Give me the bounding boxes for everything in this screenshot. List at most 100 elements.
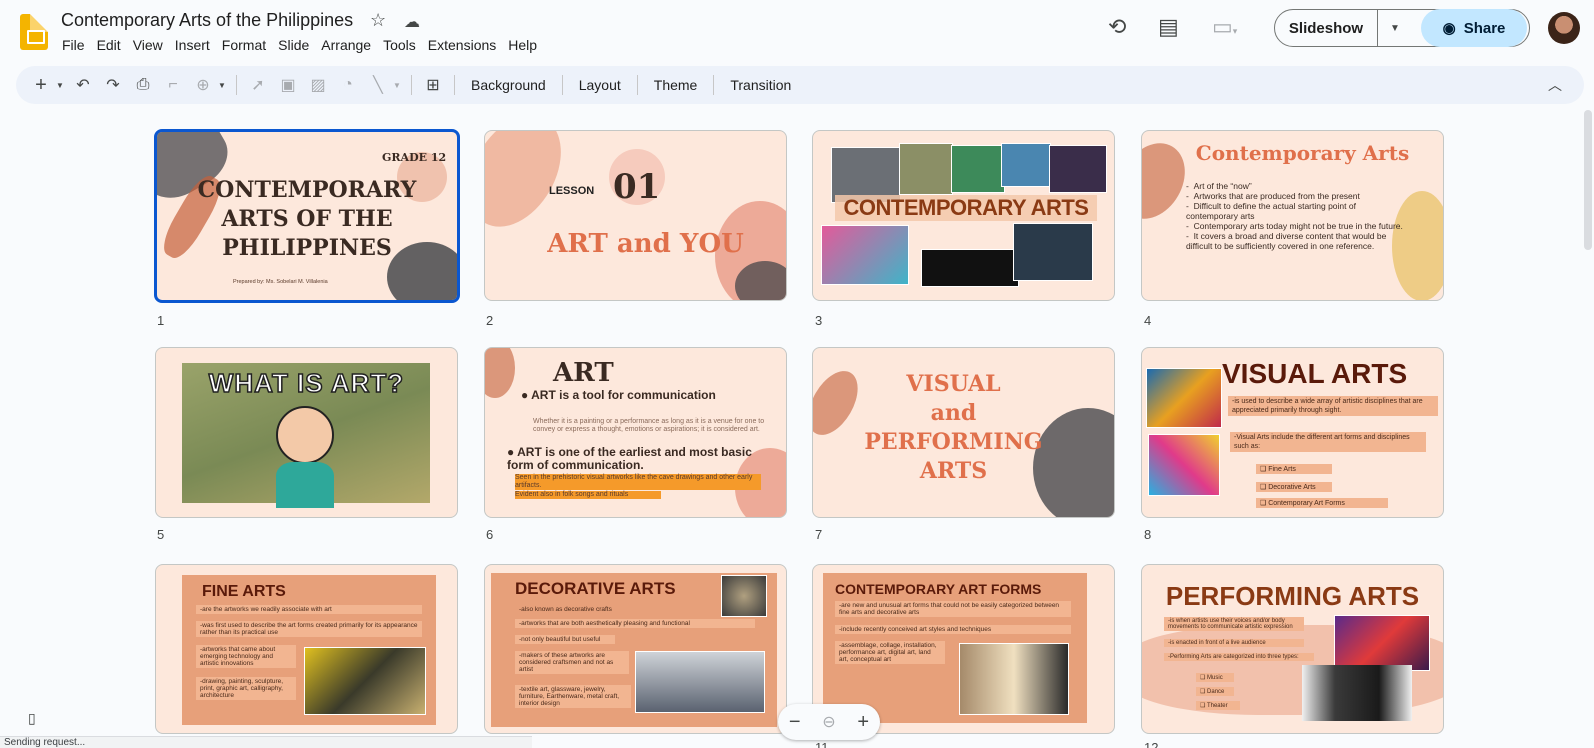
- image-icon[interactable]: ▨: [303, 75, 333, 95]
- transition-button[interactable]: Transition: [720, 77, 801, 93]
- menu-format[interactable]: Format: [216, 36, 272, 54]
- slide4-bullet: - Artworks that are produced from the pr…: [1186, 191, 1360, 201]
- slide3-image: [1049, 145, 1107, 193]
- zoom-dropdown-icon[interactable]: ▼: [218, 81, 230, 90]
- slide10-image: [721, 575, 767, 617]
- vertical-scrollbar[interactable]: [1584, 110, 1592, 250]
- add-comment-icon[interactable]: ⊞: [418, 75, 448, 95]
- filmstrip-panel-icon[interactable]: ▯: [28, 710, 36, 727]
- star-icon[interactable]: ☆: [370, 10, 386, 31]
- meet-camera-icon[interactable]: ▭▾: [1212, 14, 1237, 40]
- slide1-title: CONTEMPORARY ARTS OF THE PHILIPPINES: [157, 176, 457, 263]
- slide-thumbnail-10[interactable]: DECORATIVE ARTS -also known as decorativ…: [484, 564, 787, 734]
- share-button[interactable]: ◉ Share: [1421, 9, 1527, 47]
- line-dropdown-icon[interactable]: ▼: [393, 81, 405, 90]
- slide6-bullet1-sub: Whether it is a painting or a performanc…: [533, 418, 765, 433]
- slide8-title: VISUAL ARTS: [1222, 358, 1408, 389]
- slide6-bullet2-sub2: Evident also in folk songs and rituals: [515, 491, 661, 499]
- slide1-title-line3: PHILIPPINES: [222, 235, 392, 261]
- menu-edit[interactable]: Edit: [91, 36, 127, 54]
- zoom-icon[interactable]: ⊕: [188, 75, 218, 95]
- slide-number: 12: [1144, 740, 1159, 748]
- slide-thumbnail-5[interactable]: WHAT IS ART?: [155, 347, 458, 518]
- slideshow-dropdown-icon[interactable]: ▼: [1378, 23, 1412, 34]
- new-slide-icon[interactable]: +: [26, 74, 56, 97]
- slide8-image: [1148, 434, 1220, 496]
- slides-logo-icon[interactable]: [20, 14, 48, 50]
- menu-file[interactable]: File: [56, 36, 91, 54]
- slide6-bullet2: ● ART is one of the earliest and most ba…: [507, 445, 752, 472]
- slide-number: 3: [815, 313, 823, 328]
- slide2-number: 01: [613, 167, 661, 207]
- slide12-line: -is enacted in front of a live audience: [1164, 639, 1304, 647]
- comments-icon[interactable]: ▤: [1158, 14, 1179, 40]
- menu-arrange[interactable]: Arrange: [315, 36, 377, 54]
- zoom-in-icon[interactable]: +: [857, 711, 869, 734]
- layout-button[interactable]: Layout: [569, 77, 631, 93]
- slide-thumbnail-12[interactable]: PERFORMING ARTS -is when artists use the…: [1141, 564, 1444, 734]
- line-icon[interactable]: ╲: [363, 75, 393, 95]
- avatar[interactable]: [1548, 12, 1580, 44]
- slide6-title: ART: [553, 358, 614, 388]
- slide-thumbnail-2[interactable]: LESSON 01 ART and YOU: [484, 130, 787, 301]
- redo-icon[interactable]: ↷: [98, 75, 128, 95]
- slide-thumbnail-8[interactable]: VISUAL ARTS -is used to describe a wide …: [1141, 347, 1444, 518]
- slide7-line1: VISUAL: [906, 371, 1001, 397]
- slide9-line: -are the artworks we readily associate w…: [196, 605, 422, 614]
- slide-thumbnail-9[interactable]: FINE ARTS -are the artworks we readily a…: [155, 564, 458, 734]
- slide10-line: -not only beautiful but useful: [515, 635, 615, 644]
- slide12-image: [1334, 615, 1430, 671]
- text-box-icon[interactable]: ▣: [273, 75, 303, 95]
- select-cursor-icon[interactable]: ➚: [243, 75, 273, 95]
- menu-insert[interactable]: Insert: [169, 36, 216, 54]
- cloud-status-icon[interactable]: ☁: [404, 12, 420, 32]
- zoom-search-icon[interactable]: ⊖: [822, 712, 835, 732]
- menu-view[interactable]: View: [127, 36, 169, 54]
- slide-thumbnail-6[interactable]: ART ● ART is a tool for communication Wh…: [484, 347, 787, 518]
- slide-thumbnail-3[interactable]: CONTEMPORARY ARTS: [812, 130, 1115, 301]
- slide-thumbnail-4[interactable]: Contemporary Arts - Art of the “now” - A…: [1141, 130, 1444, 301]
- background-button[interactable]: Background: [461, 77, 556, 93]
- slide12-image: [1302, 665, 1412, 721]
- menu-extensions[interactable]: Extensions: [422, 36, 502, 54]
- slide-number: 6: [486, 527, 494, 542]
- print-icon[interactable]: ⎙: [128, 76, 158, 94]
- theme-button[interactable]: Theme: [644, 77, 708, 93]
- slideshow-button[interactable]: Slideshow: [1275, 20, 1377, 37]
- slide-thumbnail-1[interactable]: GRADE 12 CONTEMPORARY ARTS OF THE PHILIP…: [154, 129, 460, 303]
- toolbar-divider: [411, 75, 412, 95]
- slide1-grade: GRADE 12: [382, 151, 447, 164]
- document-title[interactable]: Contemporary Arts of the Philippines: [61, 10, 353, 31]
- menu-tools[interactable]: Tools: [377, 36, 422, 54]
- slide9-image: [304, 647, 426, 715]
- slide11-line: -assemblage, collage, installation, perf…: [835, 641, 945, 664]
- collapse-toolbar-icon[interactable]: ︿: [1548, 75, 1562, 95]
- paint-format-icon[interactable]: ⌐: [158, 76, 188, 94]
- slide10-line: -textile art, glassware, jewelry, furnit…: [515, 685, 631, 708]
- menu-help[interactable]: Help: [502, 36, 543, 54]
- version-history-icon[interactable]: ⟲: [1108, 14, 1126, 40]
- slide-number: 2: [486, 313, 494, 328]
- toolbar-divider: [236, 75, 237, 95]
- slide3-image: [1001, 143, 1051, 187]
- slide3-image: [951, 145, 1005, 193]
- slide11-line: -are new and unusual art forms that coul…: [835, 601, 1071, 617]
- slide8-item: ❑ Contemporary Art Forms: [1256, 498, 1388, 508]
- zoom-out-icon[interactable]: −: [789, 711, 801, 734]
- slide11-line: -include recently conceived art styles a…: [835, 625, 1071, 634]
- new-slide-dropdown-icon[interactable]: ▼: [56, 81, 68, 90]
- slide4-title: Contemporary Arts: [1195, 141, 1410, 165]
- slide12-line: -is when artists use their voices and/or…: [1164, 617, 1304, 631]
- slide1-credit: Prepared by: Ms. Sobelari M. Villalenia: [233, 279, 328, 285]
- shape-icon[interactable]: ◔: [333, 76, 363, 94]
- menu-slide[interactable]: Slide: [272, 36, 315, 54]
- slide12-item: ❑ Music: [1196, 673, 1234, 682]
- slide10-line: -makers of these artworks are considered…: [515, 651, 629, 674]
- slide12-item: ❑ Dance: [1196, 687, 1234, 696]
- slide-thumbnail-7[interactable]: VISUAL and PERFORMING ARTS: [812, 347, 1115, 518]
- toolbar-divider: [454, 75, 455, 95]
- slide3-title: CONTEMPORARY ARTS: [835, 195, 1097, 221]
- undo-icon[interactable]: ↶: [68, 75, 98, 95]
- slide-number: 11: [815, 740, 829, 748]
- globe-icon: ◉: [1442, 20, 1456, 37]
